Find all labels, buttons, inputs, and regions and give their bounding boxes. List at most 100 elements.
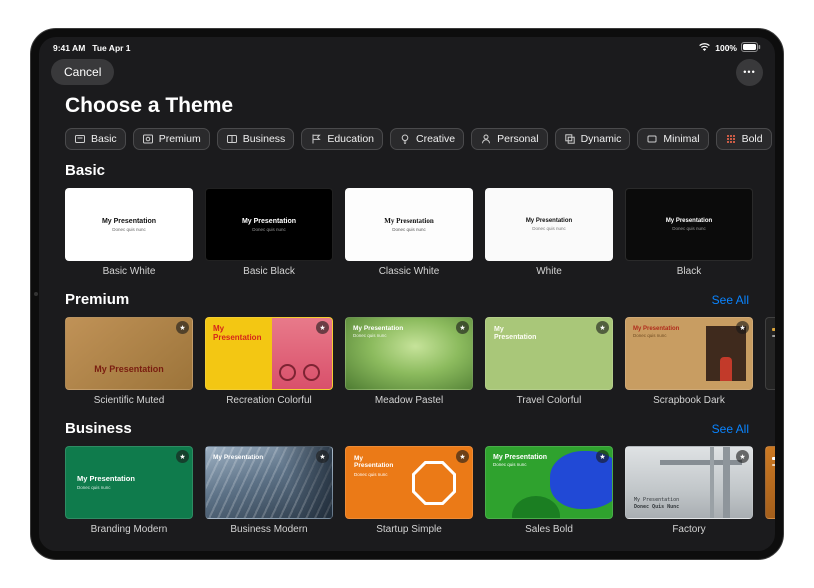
theme-preview: My Presentation Donec quis nunc ★ (345, 317, 473, 390)
see-all-premium-link[interactable]: See All (712, 293, 749, 307)
more-button[interactable]: ••• (736, 59, 763, 86)
theme-label: Basic Black (205, 266, 333, 277)
theme-card-partial[interactable] (765, 446, 775, 535)
theme-label: Classic White (345, 266, 473, 277)
category-chip-creative[interactable]: Creative (390, 128, 464, 150)
status-bar: 9:41 AM Tue Apr 1 100% (39, 37, 775, 54)
theme-chooser-screen: 9:41 AM Tue Apr 1 100% (39, 37, 775, 551)
star-badge-icon: ★ (736, 321, 749, 334)
category-chip-dynamic[interactable]: Dynamic (555, 128, 631, 150)
theme-card-meadow-pastel[interactable]: My Presentation Donec quis nunc ★ Meadow… (345, 317, 473, 406)
section-title: Business (65, 420, 132, 437)
theme-card-black[interactable]: My Presentation Donec quis nunc Black (625, 188, 753, 277)
theme-label: Scrapbook Dark (625, 395, 753, 406)
preview-subtitle: Donec quis nunc (633, 333, 691, 338)
decor (772, 457, 775, 460)
decor (772, 328, 775, 331)
star-badge-icon: ★ (596, 321, 609, 334)
preview-title: My Presentation (354, 455, 402, 470)
category-label: Education (327, 133, 374, 145)
theme-card-partial[interactable] (765, 317, 775, 406)
theme-label: White (485, 266, 613, 277)
theme-preview: My Presentation Donec quis nunc (485, 188, 613, 261)
status-time: 9:41 AM (53, 43, 85, 53)
cancel-button[interactable]: Cancel (51, 59, 114, 85)
battery-percent: 100% (715, 43, 737, 53)
theme-card-business-modern[interactable]: My Presentation ★ Business Modern (205, 446, 333, 535)
octagon-decor (412, 461, 456, 505)
category-chip-education[interactable]: Education (301, 128, 383, 150)
theme-card-recreation-colorful[interactable]: My Presentation ★ Recreation Colorful (205, 317, 333, 406)
theme-label: Business Modern (205, 524, 333, 535)
theme-card-branding-modern[interactable]: My Presentation Donec quis nunc ★ Brandi… (65, 446, 193, 535)
category-filter-bar: Basic Premium Business Education Creativ… (65, 128, 775, 150)
category-chip-premium[interactable]: Premium (133, 128, 210, 150)
theme-card-factory[interactable]: My Presentation Donec quis nunc ★ Factor… (625, 446, 753, 535)
education-category-icon (310, 133, 322, 145)
preview-title: My Presentation (384, 217, 433, 225)
section-business: Business See All My Presentation Donec q… (39, 420, 775, 535)
preview-title: My Presentation (213, 454, 263, 461)
theme-preview (765, 446, 775, 519)
category-chip-bold[interactable]: Bold (716, 128, 772, 150)
preview-title: My Presentation (77, 475, 149, 484)
theme-card-sales-bold[interactable]: My Presentation Donec quis nunc ★ Sales … (485, 446, 613, 535)
star-badge-icon: ★ (736, 450, 749, 463)
theme-card-scientific-muted[interactable]: My Presentation ★ Scientific Muted (65, 317, 193, 406)
see-all-business-link[interactable]: See All (712, 422, 749, 436)
section-title: Basic (65, 162, 105, 179)
category-label: Minimal (663, 133, 699, 145)
theme-card-startup-simple[interactable]: My Presentation Donec quis nunc ★ Startu… (345, 446, 473, 535)
section-basic: Basic My Presentation Donec quis nunc Ba… (39, 162, 775, 277)
toolbar: Cancel ••• (39, 58, 775, 86)
theme-preview (765, 317, 775, 390)
theme-label: Meadow Pastel (345, 395, 473, 406)
category-chip-personal[interactable]: Personal (471, 128, 547, 150)
star-badge-icon: ★ (176, 321, 189, 334)
decor (512, 496, 560, 519)
category-label: Business (243, 133, 286, 145)
theme-label: Travel Colorful (485, 395, 613, 406)
theme-card-scrapbook-dark[interactable]: My Presentation Donec quis nunc ★ Scrapb… (625, 317, 753, 406)
preview-subtitle: Donec quis nunc (392, 227, 426, 232)
decor (772, 464, 775, 466)
theme-row-basic: My Presentation Donec quis nunc Basic Wh… (65, 188, 775, 277)
preview-subtitle: Donec quis nunc (353, 333, 403, 338)
theme-preview: My Presentation Donec quis nunc ★ (625, 446, 753, 519)
category-chip-basic[interactable]: Basic (65, 128, 126, 150)
basic-category-icon (74, 133, 86, 145)
theme-row-premium: My Presentation ★ Scientific Muted My Pr… (65, 317, 775, 406)
theme-card-travel-colorful[interactable]: My Presentation ★ Travel Colorful (485, 317, 613, 406)
theme-card-basic-black[interactable]: My Presentation Donec quis nunc Basic Bl… (205, 188, 333, 277)
category-chip-business[interactable]: Business (217, 128, 295, 150)
preview-subtitle: Donec quis nunc (112, 227, 146, 232)
decor (720, 357, 732, 381)
preview-subtitle: Donec quis nunc (672, 226, 706, 231)
theme-label: Startup Simple (345, 524, 473, 535)
preview-title: My Presentation (666, 218, 712, 224)
theme-preview: My Presentation Donec quis nunc ★ (65, 446, 193, 519)
theme-preview: My Presentation Donec quis nunc ★ (485, 446, 613, 519)
theme-label: Black (625, 266, 753, 277)
theme-card-basic-white[interactable]: My Presentation Donec quis nunc Basic Wh… (65, 188, 193, 277)
page-title: Choose a Theme (65, 94, 775, 118)
ipad-frame: 9:41 AM Tue Apr 1 100% (30, 28, 784, 560)
preview-subtitle: Donec quis nunc (77, 485, 192, 490)
status-date: Tue Apr 1 (92, 43, 130, 53)
decor (303, 364, 320, 381)
category-label: Personal (497, 133, 538, 145)
preview-title: My Presentation (526, 218, 572, 224)
theme-row-business: My Presentation Donec quis nunc ★ Brandi… (65, 446, 775, 535)
theme-label: Basic White (65, 266, 193, 277)
star-badge-icon: ★ (176, 450, 189, 463)
theme-label: Sales Bold (485, 524, 613, 535)
preview-title: My Presentation (102, 218, 156, 225)
theme-card-white[interactable]: My Presentation Donec quis nunc White (485, 188, 613, 277)
category-chip-minimal[interactable]: Minimal (637, 128, 708, 150)
theme-label: Recreation Colorful (205, 395, 333, 406)
theme-preview: My Presentation Donec quis nunc ★ (625, 317, 753, 390)
dynamic-category-icon (564, 133, 576, 145)
category-label: Basic (91, 133, 117, 145)
category-label: Dynamic (581, 133, 622, 145)
theme-card-classic-white[interactable]: My Presentation Donec quis nunc Classic … (345, 188, 473, 277)
